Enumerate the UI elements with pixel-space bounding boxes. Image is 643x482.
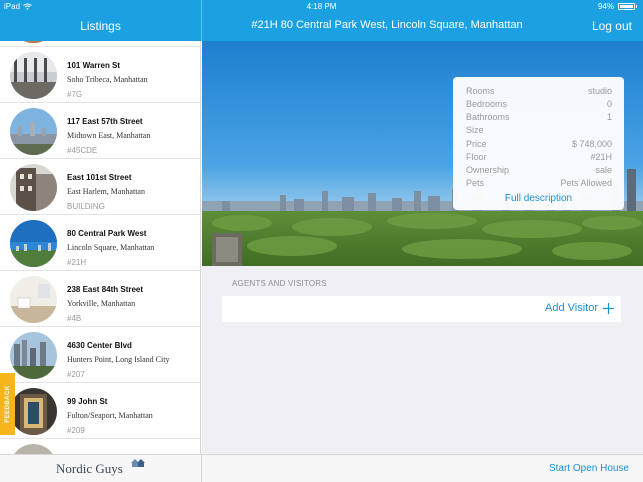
listing-unit: #4B [67, 314, 82, 323]
detail-row-price: Price $ 748,000 [466, 139, 612, 151]
detail-row-rooms: Rooms studio [466, 86, 612, 98]
list-item[interactable]: 99 John St Fulton/Seaport, Manhattan #20… [0, 383, 200, 439]
listing-title: 238 East 84th Street [67, 285, 144, 294]
detail-row-pets: Pets Pets Allowed [466, 178, 612, 190]
listing-neighborhood: Lincoln Square, Manhattan [67, 243, 155, 252]
full-description-link[interactable]: Full description [453, 193, 624, 204]
listings-title: Listings [80, 19, 121, 33]
listing-title: 117 East 57th Street [67, 117, 143, 126]
detail-label: Pets [466, 178, 485, 188]
listing-thumbnail [10, 164, 57, 211]
detail-value: studio [587, 86, 612, 96]
house-logo-icon [131, 459, 145, 467]
detail-label: Rooms [466, 86, 495, 96]
listing-neighborhood: Soho Tribeca, Manhattan [67, 75, 148, 84]
logout-button[interactable]: Log out [592, 19, 632, 33]
listing-thumbnail [10, 332, 57, 379]
list-item[interactable]: 101 Warren St Soho Tribeca, Manhattan #7… [0, 47, 200, 103]
feedback-tab[interactable]: FEEDBACK [0, 373, 15, 435]
clock: 4:18 PM [306, 2, 337, 11]
listing-unit: #209 [67, 426, 85, 435]
detail-row-size: Size [466, 125, 612, 137]
listing-neighborhood: Fulton/Seaport, Manhattan [67, 411, 153, 420]
listing-thumbnail [10, 220, 57, 267]
listing-unit: #21H [67, 258, 87, 267]
listing-unit: BUILDING [67, 202, 105, 211]
listing-thumbnail [10, 444, 57, 454]
listing-title: 4630 Center Blvd [67, 341, 132, 350]
app-screen: iPad 4:18 PM 94% Listings #21H 80 Centra… [0, 0, 643, 482]
detail-label: Floor [466, 152, 487, 162]
listing-details-card: Rooms studio Bedrooms 0 Bathrooms 1 Size… [453, 77, 624, 210]
battery-percent: 94% [597, 2, 614, 11]
listing-thumbnail [10, 388, 57, 435]
agents-section-label: AGENTS AND VISITORS [232, 279, 327, 288]
detail-row-bedrooms: Bedrooms 0 [466, 99, 612, 111]
bottom-toolbar: Start Open House [202, 454, 643, 482]
detail-label: Bathrooms [466, 112, 510, 122]
listing-neighborhood: Midtown East, Manhattan [67, 131, 151, 140]
list-item[interactable]: 4630 Center Blvd Hunters Point, Long Isl… [0, 327, 200, 383]
listing-thumbnail [10, 108, 57, 155]
main-content [202, 266, 643, 454]
listing-unit: #45CDE [67, 146, 98, 155]
listing-neighborhood: Hunters Point, Long Island City [67, 355, 170, 364]
detail-row-floor: Floor #21H [466, 152, 612, 164]
list-item-partial[interactable] [0, 439, 200, 454]
detail-label: Ownership [466, 165, 510, 175]
listing-thumbnail [10, 41, 57, 43]
list-item[interactable]: 238 East 84th Street Yorkville, Manhatta… [0, 271, 200, 327]
detail-value: $ 748,000 [571, 139, 612, 149]
detail-value: sale [595, 165, 612, 175]
status-bar: iPad 4:18 PM 94% [0, 0, 643, 13]
brand-name: Nordic Guys [56, 461, 123, 476]
detail-row-bathrooms: Bathrooms 1 [466, 112, 612, 124]
add-visitor-label: Add Visitor [545, 302, 598, 314]
list-item[interactable]: 117 East 57th Street Midtown East, Manha… [0, 103, 200, 159]
page-title: #21H 80 Central Park West, Lincoln Squar… [251, 19, 523, 31]
detail-label: Price [466, 139, 487, 149]
listings-sidebar[interactable]: 101 Warren St Soho Tribeca, Manhattan #7… [0, 41, 201, 454]
listing-neighborhood: East Harlem, Manhattan [67, 187, 145, 196]
detail-value: 1 [606, 112, 612, 122]
listing-title: 99 John St [67, 397, 108, 406]
listing-neighborhood: Yorkville, Manhattan [67, 299, 136, 308]
visitors-list: Add Visitor [222, 296, 621, 322]
detail-value: 0 [606, 99, 612, 109]
feedback-label: FEEDBACK [4, 385, 11, 423]
detail-value: Pets Allowed [560, 178, 612, 188]
listing-unit: #207 [67, 370, 85, 379]
listing-thumbnail [10, 52, 57, 99]
add-visitor-button[interactable]: Add Visitor [545, 302, 614, 314]
list-item-selected[interactable]: 80 Central Park West Lincoln Square, Man… [0, 215, 200, 271]
listing-title: 101 Warren St [67, 61, 121, 70]
plus-icon [603, 302, 614, 314]
battery-icon [618, 3, 635, 10]
detail-value: #21H [590, 152, 612, 162]
detail-row-ownership: Ownership sale [466, 165, 612, 177]
detail-label: Size [466, 125, 484, 135]
listing-thumbnail [10, 276, 57, 323]
top-bar: iPad 4:18 PM 94% Listings #21H 80 Centra… [0, 0, 643, 41]
detail-label: Bedrooms [466, 99, 508, 109]
list-item[interactable]: East 101st Street East Harlem, Manhattan… [0, 159, 200, 215]
start-open-house-button[interactable]: Start Open House [549, 463, 629, 474]
listing-unit: #7G [67, 90, 83, 99]
listing-title: 80 Central Park West [67, 229, 147, 238]
listing-title: East 101st Street [67, 173, 132, 182]
sidebar-footer: Nordic Guys [0, 454, 202, 482]
